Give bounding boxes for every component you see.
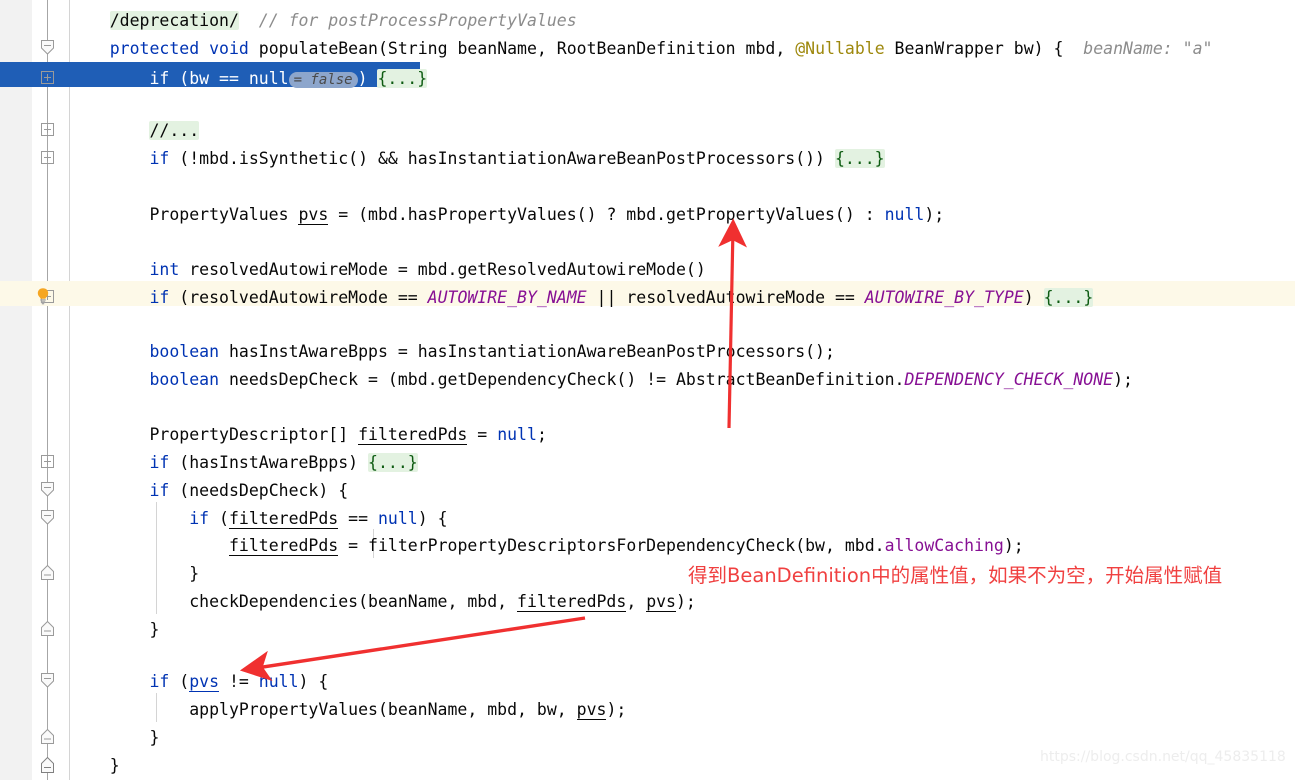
arrow-diagonal-to-if-pvs [239, 616, 586, 682]
annotation-note-text: 得到BeanDefinition中的属性值，如果不为空，开始属性赋值 [688, 564, 1223, 587]
arrow-vertical-to-getpropertyvalues [718, 218, 748, 429]
watermark-url: https://blog.csdn.net/qq_45835118 [1040, 749, 1286, 765]
annotation-arrows [239, 218, 748, 682]
code-editor[interactable]: /deprecation/ // for postProcessProperty… [0, 0, 1295, 780]
